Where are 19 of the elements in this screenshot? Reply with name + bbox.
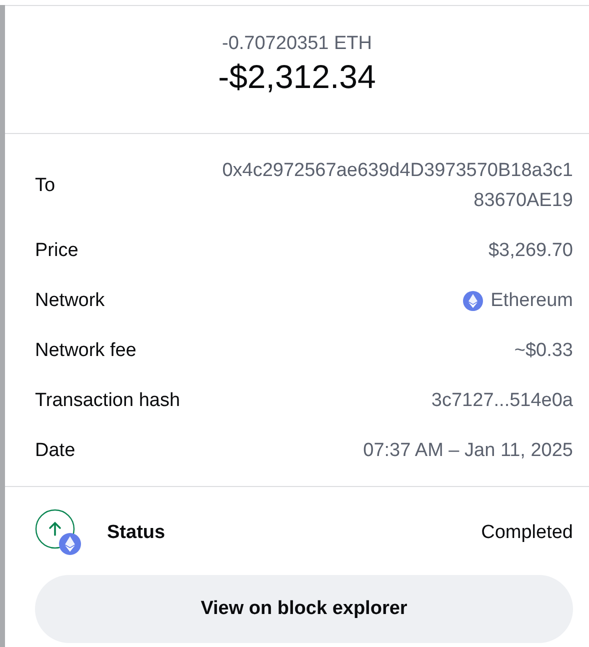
block-explorer-button[interactable]: View on block explorer <box>35 574 573 643</box>
ethereum-icon <box>59 532 81 555</box>
detail-value: $3,269.70 <box>488 238 573 263</box>
detail-label: Date <box>35 438 76 463</box>
fiat-amount: -$2,312.34 <box>217 58 377 95</box>
detail-label: Transaction hash <box>35 388 180 413</box>
detail-value: 3c7127...514e0a <box>431 388 573 413</box>
status-label: Status <box>107 520 166 545</box>
detail-label: Price <box>35 238 78 263</box>
detail-label: To <box>35 174 56 198</box>
detail-value: ~$0.33 <box>514 338 573 363</box>
network-value: Ethereum <box>490 288 573 313</box>
crypto-amount: -0.70720351 ETH <box>221 32 373 56</box>
status-value: Completed <box>481 520 573 545</box>
detail-label: Network <box>35 288 105 313</box>
ethereum-icon <box>462 290 483 311</box>
detail-value: 07:37 AM – Jan 11, 2025 <box>363 438 573 463</box>
address-value: 0x4c2972567ae639d4D3973570B18a3c183670AE19 <box>221 159 573 213</box>
detail-label: Network fee <box>35 338 136 363</box>
